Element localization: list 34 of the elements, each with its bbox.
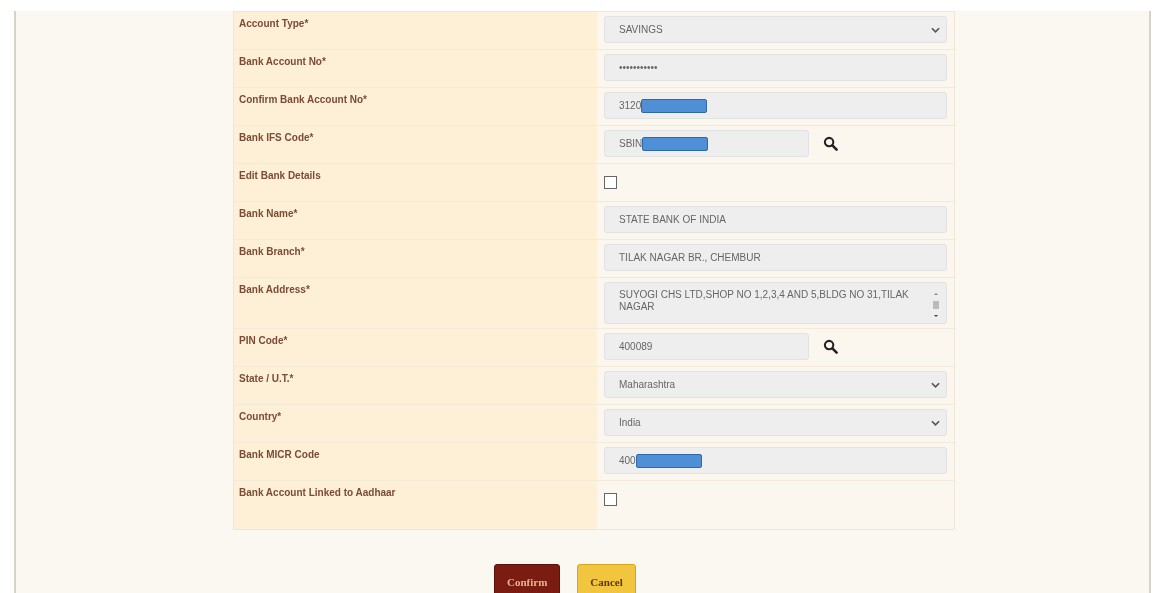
field-label: Bank Branch* <box>239 246 305 257</box>
scrollbar-drawing <box>932 291 940 319</box>
chevron-down-icon <box>931 419 940 426</box>
field-label: State / U.T.* <box>239 373 294 384</box>
input-field[interactable]: 400 <box>604 447 947 474</box>
search-icon[interactable] <box>823 339 838 354</box>
select-field[interactable]: India <box>604 409 947 436</box>
field-label: Bank Account Linked to Aadhaar <box>239 487 396 498</box>
cancel-button[interactable]: Cancel <box>577 564 636 593</box>
field-label: Bank MICR Code <box>239 449 320 460</box>
field-label: Bank Address* <box>239 284 310 295</box>
field-label: Confirm Bank Account No* <box>239 94 367 105</box>
select-field[interactable]: SAVINGS <box>604 16 947 43</box>
field-label: PIN Code* <box>239 335 288 346</box>
input-field[interactable]: STATE BANK OF INDIA <box>604 206 947 233</box>
field-label: Country* <box>239 411 282 422</box>
confirm-button[interactable]: Confirm <box>494 564 561 593</box>
field-label: Bank Account No* <box>239 56 326 67</box>
field-label: Edit Bank Details <box>239 170 321 181</box>
input-field[interactable]: ••••••••••• <box>604 54 947 81</box>
search-icon[interactable] <box>823 136 838 151</box>
input-field[interactable]: TILAK NAGAR BR., CHEMBUR <box>604 244 947 271</box>
checkbox[interactable] <box>604 176 617 189</box>
input-field[interactable]: 400089 <box>604 333 809 360</box>
chevron-down-icon <box>931 381 940 388</box>
field-label: Bank IFS Code* <box>239 132 314 143</box>
select-field[interactable]: Maharashtra <box>604 371 947 398</box>
checkbox[interactable] <box>604 493 617 506</box>
chevron-down-icon <box>931 26 940 33</box>
field-label: Bank Name* <box>239 208 298 219</box>
input-field[interactable]: 3120 <box>604 92 947 119</box>
address-textarea[interactable]: SUYOGI CHS LTD,SHOP NO 1,2,3,4 AND 5,BLDG NO 31,TILAK NAGAR <box>604 282 947 324</box>
field-label: Account Type* <box>239 18 309 29</box>
input-field[interactable]: SBIN <box>604 130 809 157</box>
